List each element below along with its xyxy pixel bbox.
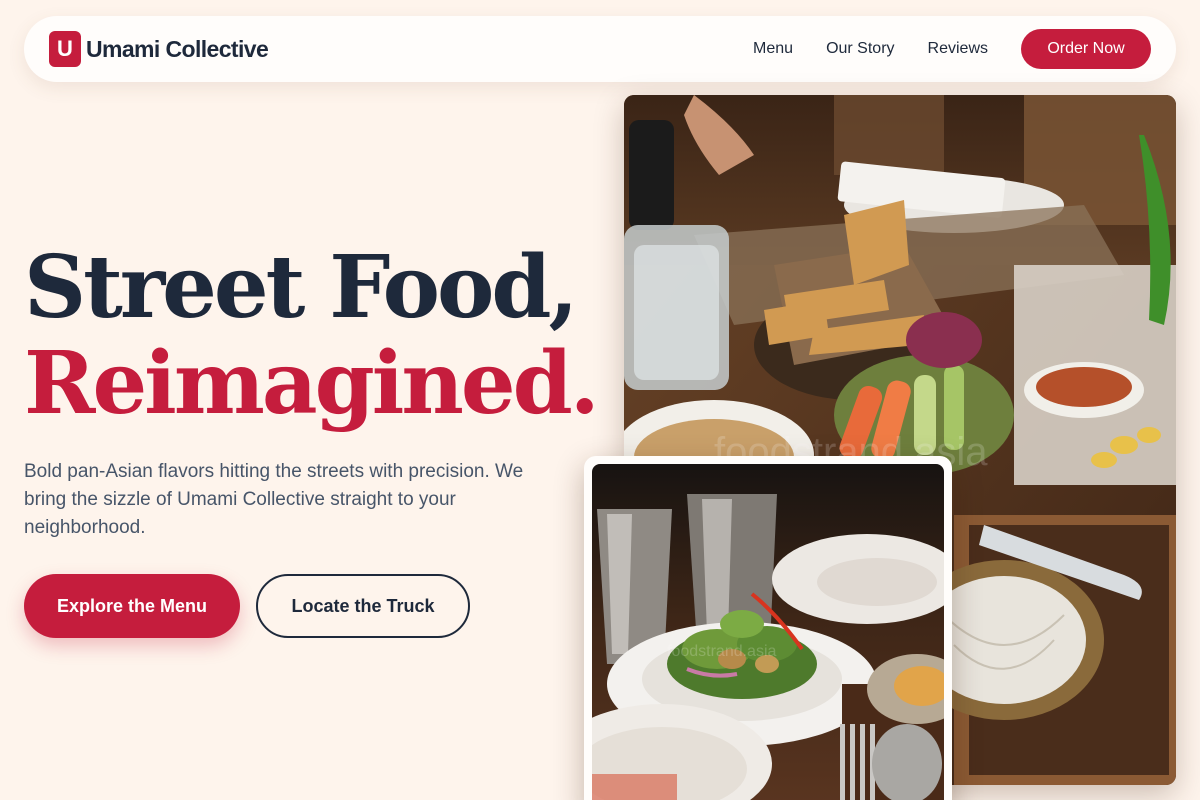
nav-links: Menu Our Story Reviews Order Now bbox=[753, 29, 1151, 69]
brand-name: Umami Collective bbox=[86, 35, 269, 62]
hero-secondary-photo-card: foodstrand.asia bbox=[584, 456, 952, 800]
hero-title-line2: Reimagined. bbox=[24, 333, 600, 434]
hero-title-line1: Street Food, bbox=[24, 237, 578, 338]
small-photo-watermark: foodstrand.asia bbox=[667, 643, 777, 660]
locate-truck-button[interactable]: Locate the Truck bbox=[256, 574, 470, 638]
order-now-button[interactable]: Order Now bbox=[1021, 29, 1151, 69]
brand-mark-icon: U bbox=[49, 31, 81, 67]
brand-logo[interactable]: U Umami Collective bbox=[49, 31, 269, 67]
hero-secondary-photo: foodstrand.asia bbox=[592, 464, 944, 800]
top-navbar: U Umami Collective Menu Our Story Review… bbox=[24, 16, 1176, 82]
explore-menu-button[interactable]: Explore the Menu bbox=[24, 574, 240, 638]
nav-link-reviews[interactable]: Reviews bbox=[928, 40, 988, 58]
hero-title: Street Food, Reimagined. bbox=[24, 237, 600, 434]
nav-link-our-story[interactable]: Our Story bbox=[826, 40, 894, 58]
hero-description: Bold pan-Asian flavors hitting the stree… bbox=[24, 461, 524, 538]
nav-link-menu[interactable]: Menu bbox=[753, 40, 793, 58]
